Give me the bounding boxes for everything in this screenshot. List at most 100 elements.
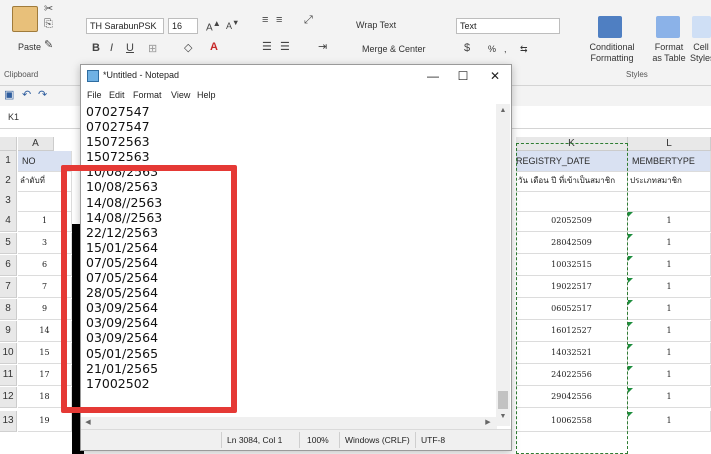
italic-icon[interactable]: I xyxy=(110,42,113,54)
row-header[interactable]: 2 xyxy=(0,171,17,192)
percent-icon[interactable]: % xyxy=(488,44,496,54)
vertical-scrollbar[interactable]: ▲ ▼ xyxy=(496,104,510,426)
row-header[interactable]: 8 xyxy=(0,299,17,320)
menu-edit[interactable]: Edit xyxy=(109,90,125,100)
cell-k1[interactable]: REGISTRY_DATE xyxy=(516,151,628,172)
decimal-icon[interactable]: ⇆ xyxy=(520,44,528,55)
merge-center-button[interactable]: Merge & Center xyxy=(362,44,426,54)
cell-l1[interactable]: MEMBERTYPE xyxy=(628,151,711,172)
cell-membertype[interactable]: 1 xyxy=(628,321,711,342)
cell-registry-date[interactable]: 24022556 xyxy=(516,365,628,386)
cell-no[interactable]: 17 xyxy=(18,365,72,386)
paste-icon[interactable] xyxy=(12,6,38,32)
redo-icon[interactable]: ↷ xyxy=(38,88,47,101)
cell-membertype[interactable]: 1 xyxy=(628,365,711,386)
maximize-icon[interactable]: ☐ xyxy=(447,65,479,87)
notepad-titlebar[interactable]: *Untitled - Notepad — ☐ ✕ xyxy=(81,65,511,87)
cell-registry-date[interactable]: 06052517 xyxy=(516,299,628,320)
cell-registry-date[interactable]: 14032521 xyxy=(516,343,628,364)
cell-registry-date[interactable]: 29042556 xyxy=(516,387,628,408)
number-format-select[interactable]: Text xyxy=(456,18,560,34)
cell-membertype[interactable]: 1 xyxy=(628,299,711,320)
cell-k2[interactable]: วัน เดือน ปี ที่เข้าเป็นสมาชิก xyxy=(516,171,628,192)
conditional-formatting-button[interactable]: Conditional Formatting xyxy=(574,42,650,64)
row-header[interactable]: 4 xyxy=(0,211,17,232)
cell-membertype[interactable]: 1 xyxy=(628,233,711,254)
cell-membertype[interactable]: 1 xyxy=(628,343,711,364)
borders-icon[interactable]: ⊞ xyxy=(148,42,157,55)
menu-format[interactable]: Format xyxy=(133,90,162,100)
cell-no[interactable]: 7 xyxy=(18,277,72,298)
align-top-icon[interactable]: ≡ xyxy=(262,14,268,26)
cell-registry-date[interactable]: 28042509 xyxy=(516,233,628,254)
decrease-font-icon[interactable]: A▼ xyxy=(226,18,239,31)
indent-icon[interactable]: ⇥ xyxy=(318,40,327,53)
row-header[interactable]: 10 xyxy=(0,343,17,364)
row-header[interactable]: 6 xyxy=(0,255,17,276)
cell-no[interactable]: 3 xyxy=(18,233,72,254)
cell-no[interactable]: 15 xyxy=(18,343,72,364)
cell-membertype[interactable]: 1 xyxy=(628,387,711,408)
close-icon[interactable]: ✕ xyxy=(479,65,511,87)
row-header[interactable]: 7 xyxy=(0,277,17,298)
row-header[interactable]: 11 xyxy=(0,365,17,386)
copy-icon[interactable]: ⎘ xyxy=(44,18,53,31)
font-color-icon[interactable]: A xyxy=(210,41,218,53)
orientation-icon[interactable]: ⤢ xyxy=(304,14,313,27)
cell-registry-date[interactable]: 19022517 xyxy=(516,277,628,298)
underline-icon[interactable]: U xyxy=(126,42,134,54)
format-as-table-icon[interactable] xyxy=(656,16,680,38)
wrap-text-button[interactable]: Wrap Text xyxy=(356,20,396,30)
select-all-corner[interactable] xyxy=(0,137,17,151)
scroll-down-icon[interactable]: ▼ xyxy=(496,410,510,424)
increase-font-icon[interactable]: A▲ xyxy=(206,18,221,33)
column-header-l[interactable]: L xyxy=(628,137,711,151)
cell-l2[interactable]: ประเภทสมาชิก xyxy=(628,171,711,192)
scroll-thumb[interactable] xyxy=(498,391,508,409)
cell-l3[interactable] xyxy=(628,191,711,212)
fill-color-icon[interactable]: ◇ xyxy=(184,41,192,54)
minimize-icon[interactable]: — xyxy=(417,65,449,87)
comma-icon[interactable]: , xyxy=(504,44,507,54)
cell-membertype[interactable]: 1 xyxy=(628,277,711,298)
cut-icon[interactable]: ✂ xyxy=(44,2,53,15)
cell-no[interactable]: 6 xyxy=(18,255,72,276)
font-size-select[interactable]: 16 xyxy=(168,18,198,34)
row-header[interactable]: 1 xyxy=(0,151,17,172)
name-box[interactable]: K1 xyxy=(4,110,64,126)
cell-registry-date[interactable]: 02052509 xyxy=(516,211,628,232)
paste-button-label[interactable]: Paste xyxy=(18,42,41,52)
cell-no[interactable]: 9 xyxy=(18,299,72,320)
horizontal-scrollbar[interactable]: ◀ ▶ xyxy=(81,417,497,429)
scroll-right-icon[interactable]: ▶ xyxy=(481,416,495,430)
save-icon[interactable]: ▣ xyxy=(4,88,14,101)
row-header[interactable]: 3 xyxy=(0,191,17,212)
cell-no[interactable]: 14 xyxy=(18,321,72,342)
conditional-formatting-icon[interactable] xyxy=(598,16,622,38)
cell-registry-date[interactable]: 10032515 xyxy=(516,255,628,276)
cell-registry-date[interactable]: 16012527 xyxy=(516,321,628,342)
row-header[interactable]: 13 xyxy=(0,411,17,432)
font-name-select[interactable]: TH SarabunPSK xyxy=(86,18,164,34)
cell-membertype[interactable]: 1 xyxy=(628,211,711,232)
cell-registry-date[interactable]: 10062558 xyxy=(516,411,628,432)
cell-membertype[interactable]: 1 xyxy=(628,255,711,276)
menu-help[interactable]: Help xyxy=(197,90,216,100)
align-middle-icon[interactable]: ≡ xyxy=(276,14,282,26)
bold-icon[interactable]: B xyxy=(92,42,100,54)
cell-a2[interactable]: ลำดับที่ xyxy=(18,171,72,192)
column-header-a[interactable]: A xyxy=(18,137,54,151)
scroll-up-icon[interactable]: ▲ xyxy=(496,104,510,118)
menu-file[interactable]: File xyxy=(87,90,102,100)
menu-view[interactable]: View xyxy=(171,90,190,100)
row-header[interactable]: 12 xyxy=(0,387,17,408)
cell-a3[interactable] xyxy=(18,191,72,212)
cell-k3[interactable] xyxy=(516,191,628,212)
align-left-icon[interactable]: ☰ xyxy=(262,40,272,53)
center-icon[interactable]: ☰ xyxy=(280,40,290,53)
cell-a1[interactable]: NO xyxy=(18,151,72,172)
cell-no[interactable]: 19 xyxy=(18,411,72,432)
cell-styles-button[interactable]: Cell Styles xyxy=(690,42,711,64)
cell-membertype[interactable]: 1 xyxy=(628,411,711,432)
notepad-text-area[interactable]: 07027547 07027547 15072563 15072563 10/08/25… xyxy=(86,104,496,404)
